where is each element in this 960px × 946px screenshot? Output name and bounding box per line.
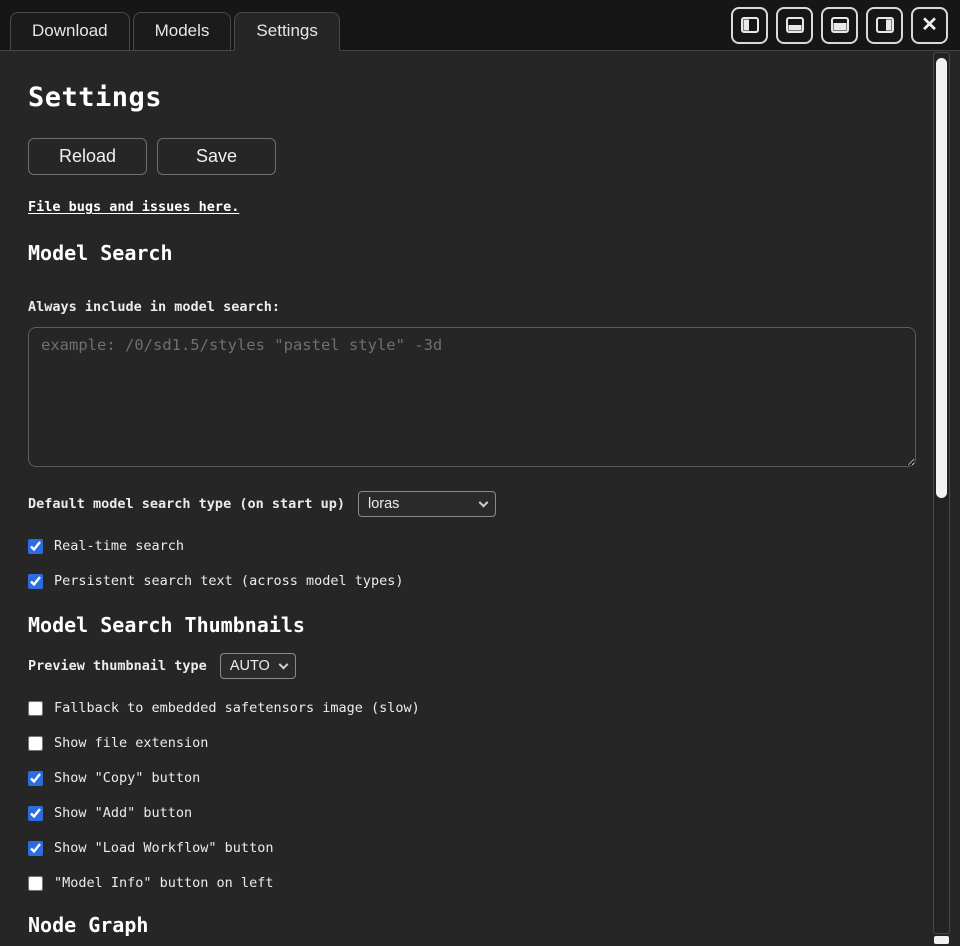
close-button[interactable]: ✕ bbox=[911, 7, 948, 44]
page-title: Settings bbox=[28, 82, 916, 113]
checkbox-row-show-add-button[interactable]: Show "Add" button bbox=[28, 805, 192, 821]
preview-thumbnail-type-select[interactable]: AUTO bbox=[220, 653, 296, 679]
reload-button[interactable]: Reload bbox=[28, 138, 147, 175]
dock-right-icon bbox=[876, 17, 894, 33]
save-button[interactable]: Save bbox=[157, 138, 276, 175]
checkbox-row-model-info-button-left[interactable]: "Model Info" button on left bbox=[28, 875, 273, 891]
checkbox-label: "Model Info" button on left bbox=[54, 875, 273, 891]
tab-models[interactable]: Models bbox=[133, 12, 232, 51]
show-load-workflow-button-checkbox[interactable] bbox=[28, 841, 43, 856]
scrollbar-corner bbox=[934, 936, 949, 944]
dock-bottom-icon bbox=[786, 17, 804, 33]
tab-download[interactable]: Download bbox=[10, 12, 130, 51]
tab-bar: Download Models Settings bbox=[0, 0, 960, 51]
checkbox-label: Show file extension bbox=[54, 735, 208, 751]
preview-thumbnail-type-select-wrap: AUTO bbox=[220, 653, 296, 679]
checkbox-row-fallback-safetensors[interactable]: Fallback to embedded safetensors image (… bbox=[28, 700, 420, 716]
checkbox-row-persistent-search-text[interactable]: Persistent search text (across model typ… bbox=[28, 573, 404, 589]
checkbox-label: Show "Copy" button bbox=[54, 770, 200, 786]
show-copy-button-checkbox[interactable] bbox=[28, 771, 43, 786]
dock-right-button[interactable] bbox=[866, 7, 903, 44]
checkbox-label: Fallback to embedded safetensors image (… bbox=[54, 700, 420, 716]
checkbox-label: Show "Load Workflow" button bbox=[54, 840, 273, 856]
tab-settings[interactable]: Settings bbox=[234, 12, 339, 51]
fallback-safetensors-checkbox[interactable] bbox=[28, 701, 43, 716]
checkbox-row-show-file-extension[interactable]: Show file extension bbox=[28, 735, 208, 751]
settings-panel: Settings Reload Save File bugs and issue… bbox=[0, 51, 960, 946]
realtime-search-checkbox[interactable] bbox=[28, 539, 43, 554]
window-controls: ✕ bbox=[731, 7, 960, 44]
default-search-type-label: Default model search type (on start up) bbox=[28, 496, 345, 512]
dock-bottom-large-button[interactable] bbox=[821, 7, 858, 44]
scrollbar-thumb[interactable] bbox=[936, 58, 947, 498]
model-search-thumbnails-heading: Model Search Thumbnails bbox=[28, 613, 916, 637]
checkbox-label: Persistent search text (across model typ… bbox=[54, 573, 404, 589]
always-include-textarea[interactable] bbox=[28, 327, 916, 467]
checkbox-row-realtime-search[interactable]: Real-time search bbox=[28, 538, 184, 554]
app-window: Download Models Settings bbox=[0, 0, 960, 946]
default-search-type-row: Default model search type (on start up) … bbox=[28, 491, 916, 517]
scrollbar[interactable] bbox=[933, 52, 950, 934]
model-search-heading: Model Search bbox=[28, 241, 916, 265]
split-left-icon bbox=[741, 17, 759, 33]
checkbox-row-show-copy-button[interactable]: Show "Copy" button bbox=[28, 770, 200, 786]
dock-left-button[interactable] bbox=[731, 7, 768, 44]
default-search-type-select-wrap: loras bbox=[358, 491, 496, 517]
preview-thumbnail-type-label: Preview thumbnail type bbox=[28, 658, 207, 674]
action-buttons: Reload Save bbox=[28, 138, 916, 175]
checkbox-label: Real-time search bbox=[54, 538, 184, 554]
always-include-label: Always include in model search: bbox=[28, 299, 916, 315]
show-add-button-checkbox[interactable] bbox=[28, 806, 43, 821]
persistent-search-text-checkbox[interactable] bbox=[28, 574, 43, 589]
show-file-extension-checkbox[interactable] bbox=[28, 736, 43, 751]
node-graph-heading: Node Graph bbox=[28, 913, 916, 937]
default-search-type-select[interactable]: loras bbox=[358, 491, 496, 517]
dock-bottom-large-icon bbox=[831, 17, 849, 33]
file-bugs-link[interactable]: File bugs and issues here. bbox=[28, 199, 239, 215]
tab-strip: Download Models Settings bbox=[10, 12, 340, 50]
checkbox-row-show-load-workflow-button[interactable]: Show "Load Workflow" button bbox=[28, 840, 273, 856]
dock-bottom-button[interactable] bbox=[776, 7, 813, 44]
checkbox-label: Show "Add" button bbox=[54, 805, 192, 821]
model-info-button-left-checkbox[interactable] bbox=[28, 876, 43, 891]
preview-thumbnail-type-row: Preview thumbnail type AUTO bbox=[28, 653, 916, 679]
